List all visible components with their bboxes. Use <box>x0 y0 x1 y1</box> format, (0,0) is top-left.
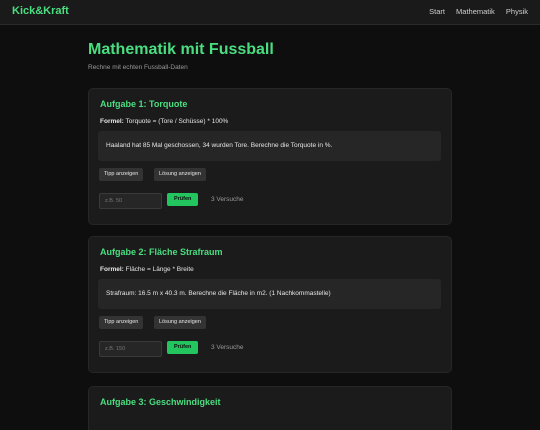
show-solution-button[interactable]: Lösung anzeigen <box>154 316 206 329</box>
brand-logo[interactable]: Kick&Kraft <box>12 5 69 17</box>
task-title: Aufgabe 2: Fläche Strafraum <box>100 247 223 257</box>
hint-button[interactable]: Tipp anzeigen <box>99 168 144 181</box>
attempts-counter: 3 Versuche <box>211 196 244 203</box>
problem-text: Strafraum: 16.5 m x 40.3 m. Berechne die… <box>106 290 331 297</box>
page-title: Mathematik mit Fussball <box>88 41 274 58</box>
nav-link-start[interactable]: Start <box>429 7 445 16</box>
task-title: Aufgabe 1: Torquote <box>100 99 188 109</box>
formula-text: Torquote = (Tore / Schüsse) * 100% <box>125 118 229 125</box>
task-card-1: Aufgabe 1: Torquote Formel: Torquote = (… <box>88 88 452 225</box>
task-title: Aufgabe 3: Geschwindigkeit <box>100 397 221 407</box>
check-button[interactable]: Prüfen <box>167 193 199 206</box>
formula-label: Formel: <box>100 266 124 273</box>
formula-label: Formel: <box>100 118 124 125</box>
answer-input[interactable]: z.B. 150 <box>99 341 162 357</box>
nav-link-mathematik[interactable]: Mathematik <box>456 7 495 16</box>
formula-text: Fläche = Länge * Breite <box>125 266 194 273</box>
page-subtitle: Rechne mit echten Fussball-Daten <box>88 64 188 71</box>
navbar: Kick&Kraft Start Mathematik Physik <box>0 0 540 25</box>
problem-box: Haaland hat 85 Mal geschossen, 34 wurden… <box>98 131 441 161</box>
nav-links: Start Mathematik Physik <box>420 7 528 16</box>
task-formula: Formel: Torquote = (Tore / Schüsse) * 10… <box>100 118 228 125</box>
show-solution-button[interactable]: Lösung anzeigen <box>154 168 206 181</box>
answer-input[interactable]: z.B. 50 <box>99 193 162 209</box>
check-button[interactable]: Prüfen <box>167 341 199 354</box>
task-formula: Formel: Fläche = Länge * Breite <box>100 266 194 273</box>
task-card-3: Aufgabe 3: Geschwindigkeit <box>88 386 452 430</box>
hint-button[interactable]: Tipp anzeigen <box>99 316 144 329</box>
attempts-counter: 3 Versuche <box>211 344 244 351</box>
task-card-2: Aufgabe 2: Fläche Strafraum Formel: Fläc… <box>88 236 452 373</box>
problem-text: Haaland hat 85 Mal geschossen, 34 wurden… <box>106 142 333 149</box>
nav-link-physik[interactable]: Physik <box>506 7 528 16</box>
problem-box: Strafraum: 16.5 m x 40.3 m. Berechne die… <box>98 279 441 309</box>
